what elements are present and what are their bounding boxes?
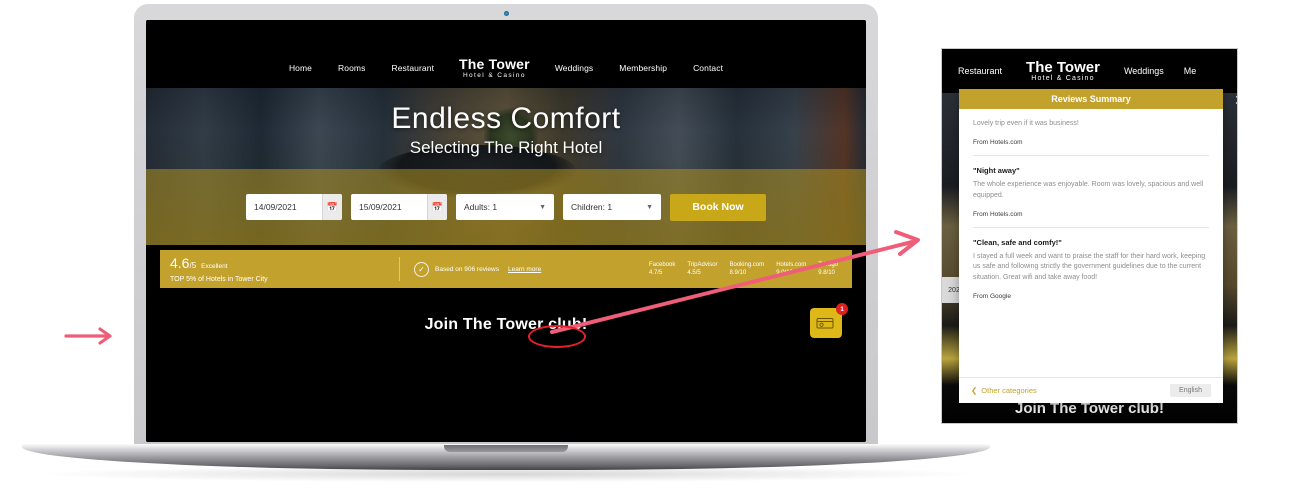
review-site-booking: Booking.com 8.9/10 xyxy=(730,262,765,276)
review-site-name: TripAdvisor xyxy=(687,262,718,268)
close-icon[interactable]: ✕ xyxy=(1231,91,1237,109)
hero-title: Endless Comfort xyxy=(391,102,621,135)
review-site-score: 9.8/10 xyxy=(818,270,835,276)
review-source: From Hotels.com xyxy=(973,138,1023,146)
review-item: "Night away" The whole experience was en… xyxy=(973,156,1209,228)
chevron-down-icon: ▼ xyxy=(539,203,546,211)
checkin-date-field[interactable]: 14/09/2021 📅 xyxy=(246,194,342,220)
hero-subtitle: Selecting The Right Hotel xyxy=(409,138,603,157)
nav-item-home[interactable]: Home xyxy=(276,63,325,73)
other-categories-label: Other categories xyxy=(981,386,1037,395)
review-site-name: Trivago xyxy=(818,262,838,268)
review-source: From Google xyxy=(973,293,1011,301)
arrow-right-icon xyxy=(64,327,112,345)
booking-form: 14/09/2021 📅 15/09/2021 📅 Adults: 1 ▼ Ch… xyxy=(146,169,866,245)
review-site-tripadvisor: TripAdvisor 4.5/5 xyxy=(687,262,717,276)
reviews-score-block: 4.6/5 Excellent TOP 5% of Hotels in Tower… xyxy=(170,256,385,283)
rating-value: 4.6 xyxy=(170,254,190,271)
calendar-icon[interactable]: 📅 xyxy=(322,194,342,220)
club-banner-title: Join The Tower club! xyxy=(424,316,588,333)
check-circle-icon: ✓ xyxy=(414,261,429,277)
chevron-left-icon: ❮ xyxy=(971,386,978,395)
review-site-trivago: Trivago 9.8/10 xyxy=(818,262,838,276)
rating-rank-text: TOP 5% of Hotels in Tower City xyxy=(170,275,268,283)
mobile-logo-name: The Tower xyxy=(1026,58,1100,76)
review-site-hotels: Hotels.com 9.0/10 xyxy=(776,262,806,276)
review-site-score: 4.5/5 xyxy=(687,270,701,276)
calendar-icon[interactable]: 📅 xyxy=(427,194,447,220)
webcam-dot-icon xyxy=(503,11,509,16)
mobile-nav-item-membership[interactable]: Me xyxy=(1184,66,1197,76)
reviews-based-on-text: Based on 906 reviews xyxy=(435,265,499,273)
other-categories-button[interactable]: ❮ Other categories xyxy=(971,386,1037,395)
mobile-nav-item-weddings[interactable]: Weddings xyxy=(1124,66,1164,76)
modal-footer: ❮ Other categories English xyxy=(959,377,1223,403)
mobile-preview-window: 202 Join The Tower club! Restaurant The … xyxy=(941,48,1238,424)
laptop-shadow xyxy=(42,466,970,482)
review-site-score: 4.7/5 xyxy=(649,270,663,276)
review-site-score: 9.0/10 xyxy=(776,270,793,276)
rating-denominator: /5 xyxy=(189,260,197,270)
modal-title: Reviews Summary xyxy=(1051,94,1131,104)
reviews-summary-modal: Reviews Summary ✕ Lovely trip even if it… xyxy=(959,89,1237,403)
language-selector[interactable]: English xyxy=(1170,384,1211,397)
laptop-screen: Endless Comfort Selecting The Right Hote… xyxy=(146,20,866,442)
card-glyph xyxy=(816,318,834,329)
hotel-website: Endless Comfort Selecting The Right Hote… xyxy=(146,20,866,442)
laptop-trackpad-notch xyxy=(444,445,568,452)
review-text: The whole experience was enjoyable. Room… xyxy=(973,180,1204,199)
review-title: "Clean, safe and comfy!" xyxy=(973,237,1062,247)
laptop-device: Endless Comfort Selecting The Right Hote… xyxy=(22,4,990,482)
nav-item-membership[interactable]: Membership xyxy=(606,63,680,73)
checkin-date-value: 14/09/2021 xyxy=(254,202,297,212)
review-site-name: Booking.com xyxy=(729,262,765,268)
review-text: Lovely trip even if it was business! xyxy=(973,120,1079,127)
review-site-name: Facebook xyxy=(649,262,676,268)
overall-rating: 4.6/5 Excellent xyxy=(170,256,385,272)
review-sites-scores: Facebook 4.7/5 TripAdvisor 4.5/5 Booking… xyxy=(649,262,842,276)
nav-item-rooms[interactable]: Rooms xyxy=(325,63,378,73)
divider xyxy=(399,257,400,281)
mobile-site-logo[interactable]: The Tower Hotel & Casino xyxy=(1026,58,1100,83)
checkout-date-field[interactable]: 15/09/2021 📅 xyxy=(351,194,447,220)
club-banner: Join The Tower club! 1 xyxy=(146,296,866,354)
mobile-logo-tagline: Hotel & Casino xyxy=(1031,75,1095,83)
adults-value: Adults: 1 xyxy=(464,202,498,212)
children-select[interactable]: Children: 1 ▼ xyxy=(563,194,661,220)
children-value: Children: 1 xyxy=(571,202,613,212)
learn-more-link[interactable]: Learn more xyxy=(508,266,541,273)
nav-item-weddings[interactable]: Weddings xyxy=(542,63,606,73)
site-logo-name: The Tower xyxy=(459,55,530,72)
mobile-nav-item-restaurant[interactable]: Restaurant xyxy=(958,66,1002,76)
review-item: "Clean, safe and comfy!" I stayed a full… xyxy=(973,228,1209,310)
reviews-strip: 4.6/5 Excellent TOP 5% of Hotels in Tower… xyxy=(160,250,852,288)
review-text: I stayed a full week and want to praise … xyxy=(973,252,1206,282)
review-title: "Night away" xyxy=(973,165,1020,175)
chevron-down-icon: ▼ xyxy=(646,203,653,211)
main-navigation: Home Rooms Restaurant The Tower Hotel & … xyxy=(146,48,866,88)
review-site-facebook: Facebook 4.7/5 xyxy=(649,262,675,276)
modal-header: Reviews Summary ✕ xyxy=(959,89,1237,109)
review-site-score: 8.9/10 xyxy=(729,270,747,276)
review-source: From Hotels.com xyxy=(973,210,1023,218)
modal-review-list[interactable]: Lovely trip even if it was business! Fro… xyxy=(959,109,1223,377)
mobile-navigation: Restaurant The Tower Hotel & Casino Wedd… xyxy=(942,49,1237,93)
nav-item-contact[interactable]: Contact xyxy=(680,63,736,73)
checkout-date-value: 15/09/2021 xyxy=(359,202,402,212)
club-notification-badge: 1 xyxy=(836,303,848,315)
reviews-count-block: ✓ Based on 906 reviews Learn more xyxy=(414,261,649,277)
site-logo[interactable]: The Tower Hotel & Casino xyxy=(447,55,542,80)
site-logo-tagline: Hotel & Casino xyxy=(462,72,526,80)
adults-select[interactable]: Adults: 1 ▼ xyxy=(456,194,554,220)
rating-label: Excellent xyxy=(201,262,228,270)
review-site-name: Hotels.com xyxy=(776,262,807,268)
book-now-button[interactable]: Book Now xyxy=(670,193,766,221)
review-item: Lovely trip even if it was business! Fro… xyxy=(973,109,1209,156)
nav-item-restaurant[interactable]: Restaurant xyxy=(378,63,447,73)
